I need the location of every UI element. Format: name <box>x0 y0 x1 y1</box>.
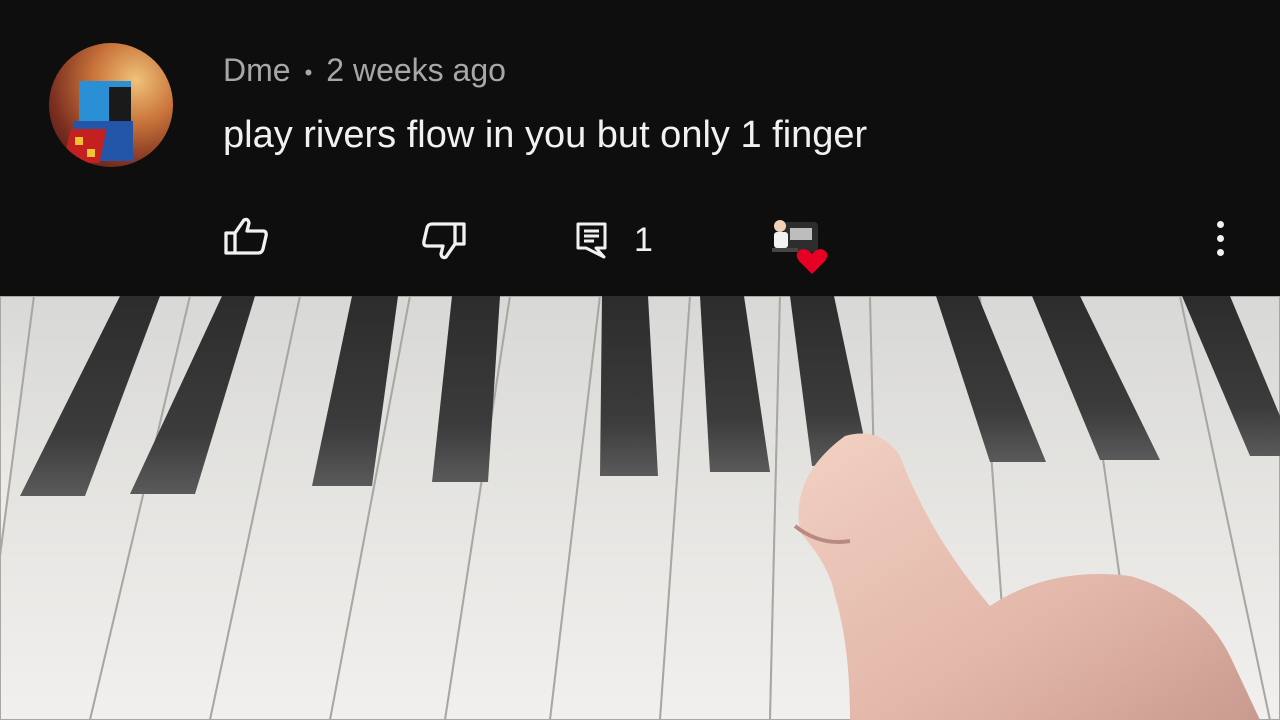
comment-time[interactable]: 2 weeks ago <box>326 52 506 88</box>
piano-keyboard-image <box>0 296 1280 720</box>
dislike-button[interactable] <box>420 220 468 264</box>
creator-heart-icon <box>772 220 828 274</box>
comment-meta: Dme • 2 weeks ago <box>223 52 506 89</box>
avatar-face-shape <box>109 87 131 121</box>
comment-text: play rivers flow in you but only 1 finge… <box>223 114 868 156</box>
meta-separator: • <box>304 59 313 85</box>
like-button[interactable] <box>222 216 270 256</box>
reply-count: 1 <box>634 220 653 259</box>
video-frame-piano[interactable] <box>0 296 1280 720</box>
more-dot <box>1217 221 1224 228</box>
thumbs-up-icon <box>224 217 268 255</box>
thumbs-down-icon <box>422 222 466 260</box>
creator-heart-badge <box>766 214 836 276</box>
reply-comment-icon <box>576 222 607 259</box>
more-dot <box>1217 235 1224 242</box>
comment-panel: Dme • 2 weeks ago play rivers flow in you … <box>0 0 1280 296</box>
avatar-cape-dot <box>87 149 95 157</box>
avatar[interactable] <box>49 43 173 167</box>
avatar-cape-shape <box>63 129 107 163</box>
comment-author[interactable]: Dme <box>223 52 291 88</box>
avatar-cape-dot <box>75 137 83 145</box>
more-dot <box>1217 249 1224 256</box>
reply-button[interactable]: 1 <box>574 220 653 260</box>
more-options-button[interactable] <box>1206 218 1236 258</box>
